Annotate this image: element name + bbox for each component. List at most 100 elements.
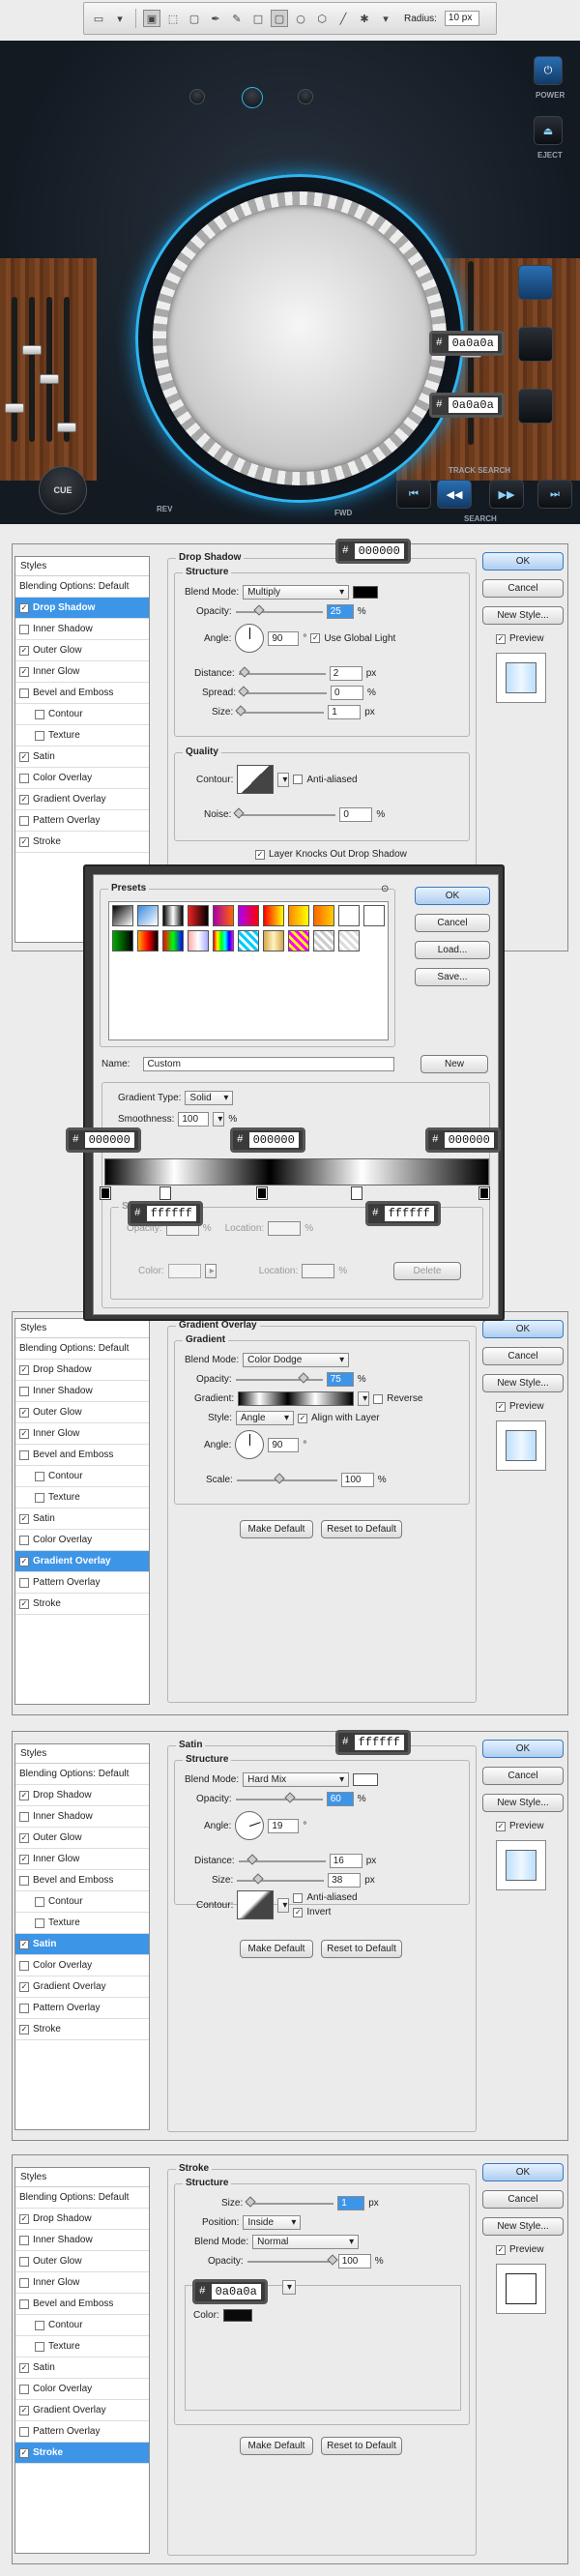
style-satin[interactable]: ✓ Satin	[15, 2357, 149, 2379]
reset-default-button[interactable]: Reset to Default	[321, 1940, 402, 1958]
style-drop-shadow[interactable]: ✓ Drop Shadow	[15, 1785, 149, 1806]
checkbox-icon[interactable]: ✓	[19, 2405, 29, 2415]
spread-slider[interactable]	[238, 685, 328, 697]
style-inner-shadow[interactable]: Inner Shadow	[15, 1381, 149, 1402]
checkbox-icon[interactable]	[19, 773, 29, 783]
style-inner-glow[interactable]: ✓ Inner Glow	[15, 1423, 149, 1445]
checkbox-icon[interactable]	[19, 1449, 29, 1460]
slider-thumb[interactable]	[239, 665, 250, 678]
tool-dropdown-icon[interactable]: ▾	[111, 10, 129, 27]
checkbox-icon[interactable]: ✓	[19, 2024, 29, 2034]
color-stop[interactable]	[351, 1186, 362, 1200]
preset-swatch[interactable]	[338, 905, 360, 926]
checkbox-icon[interactable]: ✓	[255, 849, 265, 860]
fader-knob[interactable]	[57, 423, 76, 432]
style-stroke[interactable]: ✓ Stroke	[15, 2443, 149, 2464]
color-stop[interactable]	[478, 1186, 490, 1200]
gradient-ramp[interactable]	[104, 1158, 489, 1186]
checkbox-icon[interactable]	[19, 2298, 29, 2309]
checkbox-icon[interactable]	[19, 1386, 29, 1396]
slider-thumb[interactable]	[284, 1791, 296, 1803]
size-slider[interactable]	[245, 2195, 334, 2208]
checkbox-icon[interactable]	[19, 1960, 29, 1971]
checkbox-icon[interactable]	[19, 2426, 29, 2437]
preset-swatch[interactable]	[213, 905, 234, 926]
new-style-button[interactable]: New Style...	[482, 606, 564, 625]
slider-thumb[interactable]	[238, 685, 249, 697]
stroke-color-swatch[interactable]	[222, 2309, 252, 2322]
smoothness-input[interactable]: 100	[178, 1112, 210, 1127]
reset-default-button[interactable]: Reset to Default	[321, 1520, 402, 1538]
style-bevel[interactable]: Bevel and Emboss	[15, 2294, 149, 2315]
checkbox-icon[interactable]: ✓	[19, 1364, 29, 1375]
style-contour[interactable]: Contour	[15, 1466, 149, 1487]
shadow-color-swatch[interactable]	[353, 586, 379, 599]
checkbox-icon[interactable]: ✓	[19, 1428, 29, 1439]
contour-preview[interactable]	[237, 765, 275, 794]
slider-thumb[interactable]	[253, 603, 265, 616]
style-inner-glow[interactable]: ✓ Inner Glow	[15, 1849, 149, 1870]
forward-button[interactable]: ▶▶	[489, 480, 524, 509]
reset-default-button[interactable]: Reset to Default	[321, 2437, 402, 2455]
opacity-slider[interactable]	[235, 1791, 323, 1803]
checkbox-icon[interactable]	[35, 709, 44, 719]
make-default-button[interactable]: Make Default	[240, 1940, 313, 1958]
preset-swatch[interactable]	[288, 930, 309, 951]
make-default-button[interactable]: Make Default	[240, 1520, 313, 1538]
cancel-button[interactable]: Cancel	[482, 579, 564, 598]
checkbox-icon[interactable]	[19, 2003, 29, 2013]
slider-thumb[interactable]	[298, 1371, 309, 1384]
distance-input[interactable]: 16	[329, 1854, 362, 1868]
scale-slider[interactable]	[236, 1472, 337, 1484]
style-gradient-overlay[interactable]: ✓ Gradient Overlay	[15, 1551, 149, 1572]
pad-button[interactable]	[518, 389, 553, 424]
style-gradient-overlay[interactable]: ✓ Gradient Overlay	[15, 789, 149, 810]
checkbox-icon[interactable]: ✓	[19, 645, 29, 656]
style-color-overlay[interactable]: Color Overlay	[15, 1530, 149, 1551]
style-satin[interactable]: ✓ Satin	[15, 746, 149, 768]
checkbox-icon[interactable]	[293, 775, 304, 784]
preset-swatch[interactable]	[238, 905, 259, 926]
new-gradient-button[interactable]: New	[420, 1055, 488, 1073]
chevron-right-icon[interactable]: ▸	[204, 1264, 217, 1278]
style-outer-glow[interactable]: Outer Glow	[15, 2251, 149, 2272]
fader-knob[interactable]	[5, 403, 24, 413]
freeform-pen-icon[interactable]: ✎	[228, 10, 246, 27]
checkbox-icon[interactable]: ✓	[19, 1407, 29, 1418]
blending-options-item[interactable]: Blending Options: Default	[15, 1338, 149, 1360]
pad-button[interactable]	[518, 327, 553, 362]
custom-shape-icon[interactable]: ✱	[356, 10, 373, 27]
style-outer-glow[interactable]: ✓ Outer Glow	[15, 1828, 149, 1849]
preset-swatch[interactable]	[288, 905, 309, 926]
size-input[interactable]: 1	[337, 2196, 365, 2210]
ok-button[interactable]: OK	[482, 1320, 564, 1338]
blending-options-item[interactable]: Blending Options: Default	[15, 576, 149, 598]
eject-button[interactable]: ⏏	[534, 116, 563, 145]
checkbox-icon[interactable]	[19, 2384, 29, 2394]
checkbox-icon[interactable]	[19, 1811, 29, 1822]
preset-swatch[interactable]	[188, 930, 209, 951]
scale-input[interactable]: 100	[340, 1473, 374, 1487]
checkbox-icon[interactable]: ✓	[496, 633, 506, 644]
opacity-slider[interactable]	[235, 1371, 323, 1384]
style-inner-glow[interactable]: ✓ Inner Glow	[15, 661, 149, 683]
chevron-down-icon[interactable]: ▾	[277, 1897, 290, 1913]
load-button[interactable]: Load...	[415, 941, 490, 959]
chevron-down-icon[interactable]: ▾	[358, 1391, 370, 1406]
checkbox-icon[interactable]	[19, 2235, 29, 2245]
cancel-button[interactable]: Cancel	[482, 1767, 564, 1785]
checkbox-icon[interactable]	[19, 688, 29, 698]
pen-tool-icon[interactable]: ✒	[207, 10, 224, 27]
style-stroke[interactable]: ✓ Stroke	[15, 1594, 149, 1615]
style-bevel[interactable]: Bevel and Emboss	[15, 1445, 149, 1466]
style-color-overlay[interactable]: Color Overlay	[15, 2379, 149, 2400]
checkbox-icon[interactable]	[19, 815, 29, 826]
presets-menu-icon[interactable]: ⊙	[381, 884, 389, 894]
new-style-button[interactable]: New Style...	[482, 1374, 564, 1392]
size-input[interactable]: 38	[328, 1873, 362, 1888]
rectangle-tool-icon[interactable]: ▭	[90, 10, 107, 27]
checkbox-icon[interactable]: ✓	[19, 1556, 29, 1566]
style-contour[interactable]: Contour	[15, 2315, 149, 2336]
fader-track[interactable]	[29, 297, 35, 442]
opacity-input[interactable]: 60	[326, 1792, 354, 1806]
